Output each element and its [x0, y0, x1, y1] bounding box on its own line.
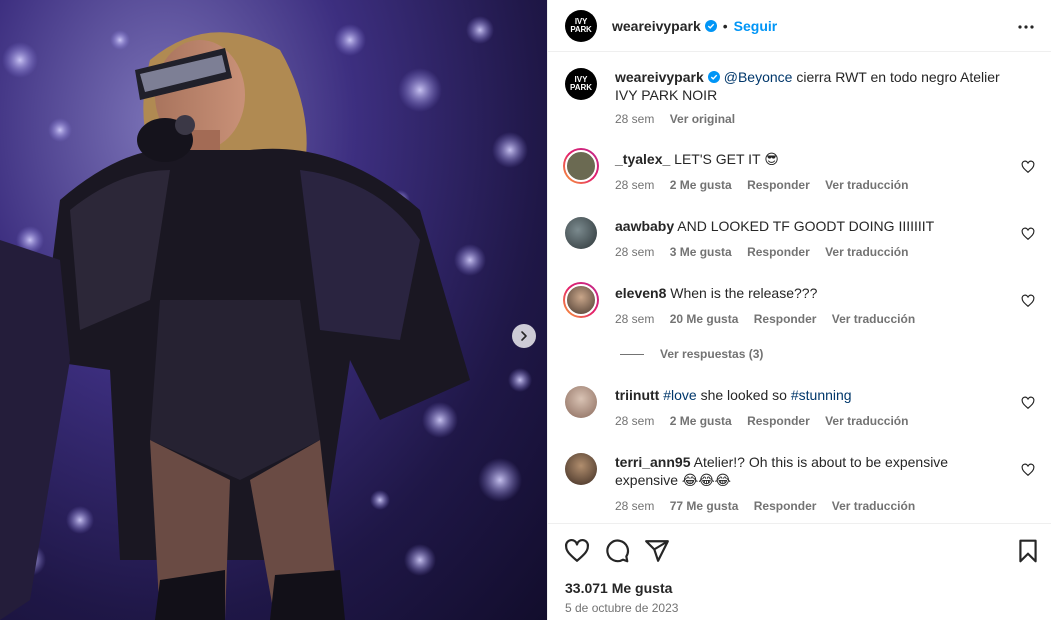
- comment-meta: 28 sem 2 Me gusta Responder Ver traducci…: [615, 414, 920, 428]
- reply-button[interactable]: Responder: [754, 312, 817, 326]
- comment-likes[interactable]: 77 Me gusta: [670, 499, 739, 513]
- logo-text-line2: PARK: [570, 24, 592, 34]
- comment-text: _tyalex_ LET'S GET IT 😎: [615, 150, 1015, 168]
- like-comment-heart-icon[interactable]: [1021, 396, 1035, 410]
- like-comment-heart-icon[interactable]: [1021, 294, 1035, 308]
- reply-button[interactable]: Responder: [747, 245, 810, 259]
- caption-text: weareivypark @Beyonce cierra RWT en todo …: [615, 68, 1015, 104]
- post-header: IVY PARK weareivypark • Seguir: [548, 0, 1051, 52]
- reply-button[interactable]: Responder: [747, 414, 810, 428]
- comment-bubble-icon[interactable]: [604, 538, 630, 564]
- reply-button[interactable]: Responder: [754, 499, 817, 513]
- comment-username[interactable]: terri_ann95: [615, 454, 690, 470]
- caption-meta: 28 sem Ver original: [615, 112, 747, 126]
- view-replies-label: Ver respuestas (3): [660, 347, 764, 361]
- like-comment-heart-icon[interactable]: [1021, 227, 1035, 241]
- instagram-post-modal: IVY PARK weareivypark • Seguir IVY PARK …: [0, 0, 1051, 620]
- header-username[interactable]: weareivypark: [612, 18, 701, 34]
- performer-photo: [0, 16, 532, 620]
- comment-username[interactable]: eleven8: [615, 285, 666, 301]
- share-paper-plane-icon[interactable]: [644, 538, 670, 564]
- verified-badge-icon: [707, 71, 720, 83]
- post-date: 5 de octubre de 2023: [565, 601, 679, 615]
- comment-username[interactable]: triinutt: [615, 387, 659, 403]
- comment-hashtag[interactable]: #stunning: [791, 387, 852, 403]
- comment-meta: 28 sem 2 Me gusta Responder Ver traducci…: [615, 178, 920, 192]
- translate-link[interactable]: Ver traducción: [825, 245, 908, 259]
- chevron-right-icon: [521, 331, 527, 341]
- comment-item: terri_ann95 Atelier!? Oh this is about t…: [565, 453, 1035, 517]
- save-bookmark-icon[interactable]: [1015, 538, 1041, 564]
- replies-divider-line: [620, 353, 644, 355]
- comments-scroll-area[interactable]: IVY PARK weareivypark @Beyonce cierra RWT…: [548, 52, 1051, 523]
- account-avatar[interactable]: IVY PARK: [565, 9, 597, 42]
- comment-text: eleven8 When is the release???: [615, 284, 1015, 302]
- view-replies-button[interactable]: Ver respuestas (3): [615, 347, 763, 361]
- caption-mention[interactable]: @Beyonce: [724, 69, 793, 85]
- comment-meta: 28 sem 20 Me gusta Responder Ver traducc…: [615, 312, 927, 326]
- comment-item: aawbaby AND LOOKED TF GOODT DOING IIIIII…: [565, 217, 1035, 261]
- comment-meta: 28 sem 3 Me gusta Responder Ver traducci…: [615, 245, 920, 259]
- post-actions-bar: 33.071 Me gusta 5 de octubre de 2023: [548, 523, 1051, 620]
- comment-body: When is the release???: [670, 285, 818, 301]
- caption-logo-line2: PARK: [569, 83, 593, 92]
- like-heart-icon[interactable]: [564, 538, 590, 564]
- comment-item: _tyalex_ LET'S GET IT 😎 28 sem 2 Me gust…: [563, 148, 1035, 194]
- comment-text: aawbaby AND LOOKED TF GOODT DOING IIIIII…: [615, 217, 1015, 235]
- comment-age: 28 sem: [615, 499, 655, 513]
- see-original-link[interactable]: Ver original: [670, 112, 735, 126]
- like-comment-heart-icon[interactable]: [1021, 160, 1035, 174]
- comment-age: 28 sem: [615, 178, 655, 192]
- post-side-panel: IVY PARK weareivypark • Seguir IVY PARK …: [547, 0, 1051, 620]
- comment-likes[interactable]: 3 Me gusta: [670, 245, 732, 259]
- comment-body: she looked so: [696, 387, 791, 403]
- comment-avatar[interactable]: [563, 148, 599, 184]
- comment-age: 28 sem: [615, 245, 655, 259]
- comment-body: LET'S GET IT 😎: [674, 151, 779, 167]
- more-options-icon[interactable]: [1017, 18, 1035, 36]
- verified-badge-icon: [704, 19, 717, 32]
- translate-link[interactable]: Ver traducción: [825, 414, 908, 428]
- caption-age: 28 sem: [615, 112, 655, 126]
- comment-hashtag[interactable]: #love: [663, 387, 696, 403]
- post-likes-count[interactable]: 33.071 Me gusta: [565, 580, 672, 596]
- post-caption: IVY PARK weareivypark @Beyonce cierra RWT…: [565, 68, 1035, 134]
- translate-link[interactable]: Ver traducción: [832, 312, 915, 326]
- comment-body: AND LOOKED TF GOODT DOING IIIIIIIT: [677, 218, 935, 234]
- comment-likes[interactable]: 20 Me gusta: [670, 312, 739, 326]
- comment-avatar[interactable]: [565, 453, 597, 485]
- comment-item: triinutt #love she looked so #stunning 2…: [565, 386, 1035, 430]
- separator-dot: •: [722, 17, 728, 34]
- reply-button[interactable]: Responder: [747, 178, 810, 192]
- comment-item: eleven8 When is the release??? 28 sem 20…: [563, 282, 1035, 328]
- translate-link[interactable]: Ver traducción: [825, 178, 908, 192]
- follow-button[interactable]: Seguir: [734, 18, 778, 34]
- next-photo-button[interactable]: [512, 324, 536, 348]
- comment-username[interactable]: _tyalex_: [615, 151, 670, 167]
- comment-avatar[interactable]: [563, 282, 599, 318]
- comment-meta: 28 sem 77 Me gusta Responder Ver traducc…: [615, 499, 927, 513]
- comment-text: terri_ann95 Atelier!? Oh this is about t…: [615, 453, 1015, 489]
- comment-avatar[interactable]: [565, 217, 597, 249]
- comment-avatar[interactable]: [565, 386, 597, 418]
- translate-link[interactable]: Ver traducción: [832, 499, 915, 513]
- comment-likes[interactable]: 2 Me gusta: [670, 178, 732, 192]
- comment-username[interactable]: aawbaby: [615, 218, 674, 234]
- comment-age: 28 sem: [615, 414, 655, 428]
- post-photo[interactable]: [0, 0, 547, 620]
- caption-avatar[interactable]: IVY PARK: [565, 68, 597, 100]
- comment-likes[interactable]: 2 Me gusta: [670, 414, 732, 428]
- comment-age: 28 sem: [615, 312, 655, 326]
- comment-text: triinutt #love she looked so #stunning: [615, 386, 1015, 404]
- caption-username[interactable]: weareivypark: [615, 69, 704, 85]
- like-comment-heart-icon[interactable]: [1021, 463, 1035, 477]
